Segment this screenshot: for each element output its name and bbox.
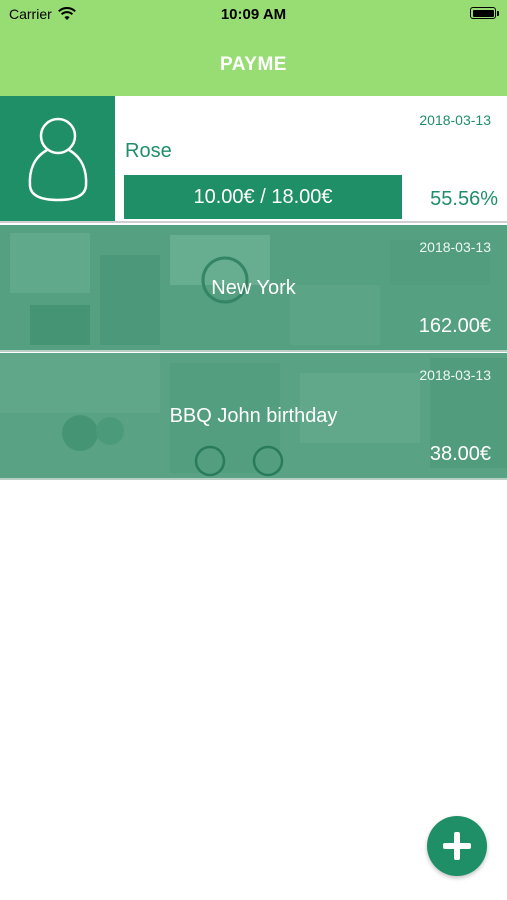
- person-icon: [28, 117, 88, 202]
- battery-icon: [470, 7, 499, 19]
- person-name: Rose: [125, 140, 172, 162]
- trip-card[interactable]: 2018-03-13 BBQ John birthday 38.00€: [0, 353, 507, 480]
- paid-progress-bar: 10.00€ / 18.00€: [124, 175, 402, 219]
- trip-card[interactable]: 2018-03-13 New York 162.00€: [0, 225, 507, 352]
- trip-amount: 162.00€: [418, 315, 491, 337]
- paid-percent: 55.56%: [430, 188, 498, 210]
- trip-amount: 38.00€: [429, 443, 491, 465]
- person-date: 2018-03-13: [419, 112, 491, 128]
- paid-total-label: 10.00€ / 18.00€: [193, 185, 333, 208]
- avatar: [0, 96, 115, 221]
- trip-date: 2018-03-13: [419, 239, 491, 255]
- page-title: PAYME: [220, 54, 287, 75]
- person-card[interactable]: 2018-03-13 Rose 10.00€ / 18.00€ 55.56%: [0, 96, 507, 223]
- trip-name: BBQ John birthday: [169, 405, 338, 427]
- trip-date: 2018-03-13: [419, 367, 491, 383]
- status-bar: Carrier 10:09 AM: [0, 0, 507, 30]
- trip-name: New York: [211, 277, 296, 299]
- navigation-bar: Carrier 10:09 AM PAYME: [0, 0, 507, 96]
- clock: 10:09 AM: [220, 6, 287, 23]
- add-button[interactable]: [427, 816, 487, 876]
